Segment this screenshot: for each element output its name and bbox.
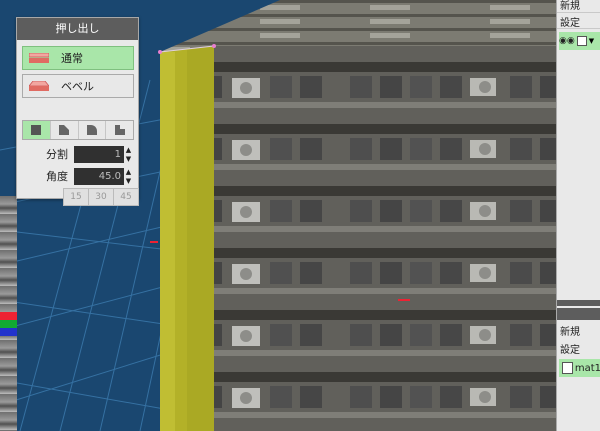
angle-preset-30-button[interactable]: 30 [88,188,114,206]
corner-shape-selector [22,120,134,140]
right-side-panel: 新規 設定 ◉◉ ▼ 新規 設定 mat1 [556,0,600,431]
material-panel-title-bar [557,308,600,320]
divisions-label: 分割 [46,148,68,161]
mode-bevel-button[interactable]: ベベル [22,74,134,98]
extrude-panel: 押し出し 通常 ベベル 分割 1 ▲ ▼ 角度 45.0 ▲ ▼ 15 30 4… [16,17,139,206]
divider [557,12,600,13]
panel-separator [557,300,600,306]
shape-round-button[interactable] [79,121,107,139]
mode-bevel-label: ベベル [61,80,94,93]
3d-viewport[interactable]: 押し出し 通常 ベベル 分割 1 ▲ ▼ 角度 45.0 ▲ ▼ 15 30 4… [0,0,556,431]
angle-input[interactable]: 45.0 [74,167,124,185]
bevel-corner-icon [59,125,70,135]
angle-row: 角度 45.0 ▲ ▼ [22,167,134,185]
new-label-top[interactable]: 新規 [560,0,580,12]
mode-normal-label: 通常 [61,52,83,65]
down-arrow-icon[interactable]: ▼ [126,177,131,185]
shape-bevel-button[interactable] [51,121,79,139]
bevel-extrude-icon [29,81,49,91]
visibility-eye-icon[interactable]: ◉◉ [559,36,575,46]
up-arrow-icon[interactable]: ▲ [126,168,131,176]
material-name: mat1 [574,362,600,374]
divisions-spinner[interactable]: ▲ ▼ [124,146,133,163]
new-material-label[interactable]: 新規 [560,323,580,338]
shape-square-button[interactable] [23,121,51,139]
divisions-input[interactable]: 1 [74,145,124,163]
object-list-item[interactable]: ◉◉ ▼ [559,32,600,50]
round-corner-icon [86,125,97,135]
angle-preset-15-button[interactable]: 15 [63,188,89,206]
material-settings-label[interactable]: 設定 [560,341,580,356]
material-checkbox[interactable] [562,362,573,374]
divider [557,28,600,29]
lock-checkbox[interactable] [576,36,587,46]
flat-extrude-icon [29,53,49,63]
up-arrow-icon[interactable]: ▲ [126,146,131,154]
mode-normal-button[interactable]: 通常 [22,46,134,70]
extrude-panel-title: 押し出し [17,18,138,40]
divisions-row: 分割 1 ▲ ▼ [22,145,134,163]
material-list-item[interactable]: mat1 [559,359,600,377]
chevron-down-icon[interactable]: ▼ [589,37,594,45]
angle-spinner[interactable]: ▲ ▼ [124,168,133,185]
square-shape-icon [31,125,42,135]
angle-label: 角度 [46,170,68,183]
down-arrow-icon[interactable]: ▼ [126,155,131,163]
shape-step-button[interactable] [106,121,133,139]
step-corner-icon [114,125,125,135]
angle-preset-45-button[interactable]: 45 [113,188,139,206]
settings-label-top[interactable]: 設定 [560,14,580,29]
